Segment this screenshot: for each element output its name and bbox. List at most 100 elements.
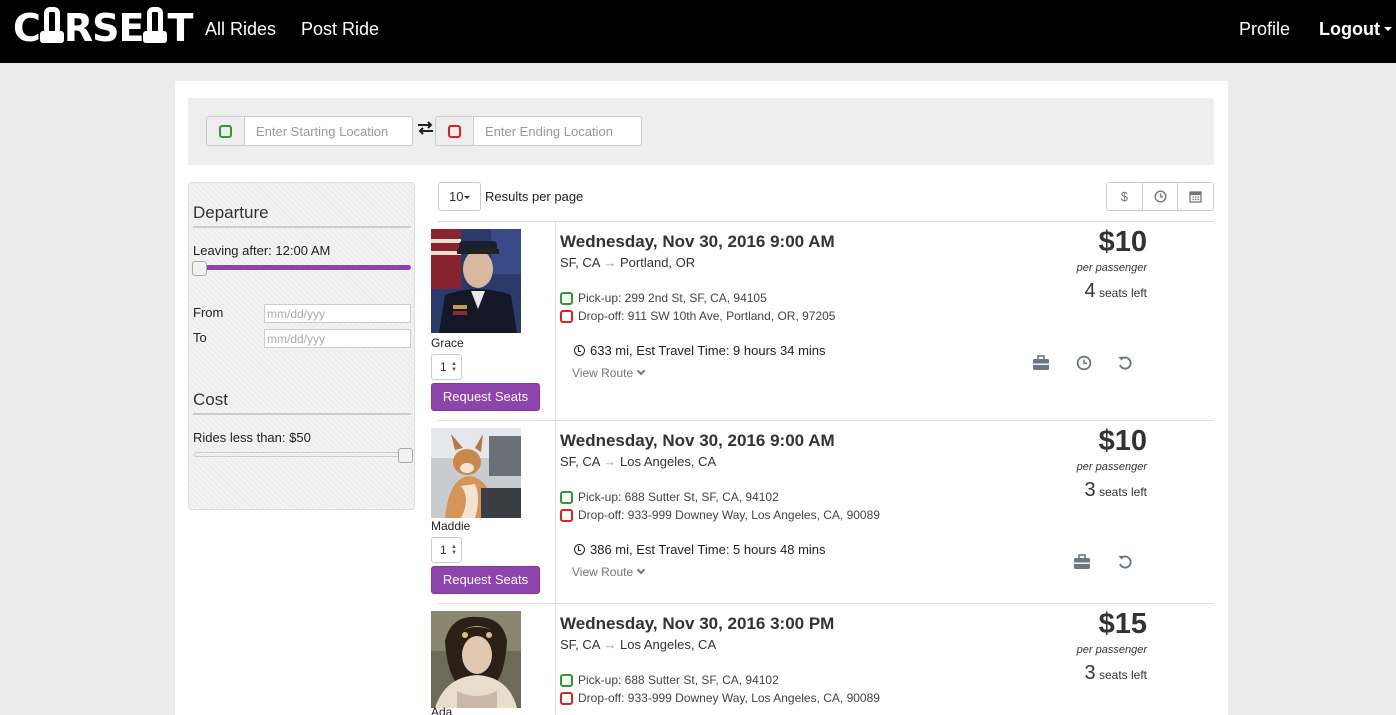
red-square-icon <box>448 124 461 138</box>
dropoff-text: Drop-off: 933-999 Downey Way, Los Angele… <box>578 508 880 522</box>
travel-info: 633 mi, Est Travel Time: 9 hours 34 mins <box>574 343 826 358</box>
sort-button-group: $ <box>1106 182 1214 211</box>
briefcase-icon <box>1073 553 1091 571</box>
seats-left: 3 seats left <box>1085 662 1148 685</box>
per-page-value: 10 <box>449 189 464 204</box>
chevron-down-icon <box>636 565 646 575</box>
from-date-input[interactable] <box>264 304 411 323</box>
pickup-text: Pick-up: 299 2nd St, SF, CA, 94105 <box>578 291 767 305</box>
results-per-page-label: Results per page <box>485 189 584 204</box>
view-route-label: View Route <box>572 366 634 380</box>
main-panel: Departure Leaving after: 12:00 AM From T… <box>175 81 1228 715</box>
to-date-input[interactable] <box>264 329 411 348</box>
swap-arrows-svg <box>418 121 433 135</box>
red-square-icon <box>560 508 573 522</box>
leaving-after-label: Leaving after: 12:00 AM <box>193 243 331 258</box>
seat-icon <box>39 7 64 43</box>
ride-origin: SF, CA <box>560 454 600 469</box>
from-label: From <box>193 305 224 320</box>
driver-avatar <box>431 611 521 708</box>
ride-destination: Los Angeles, CA <box>620 454 717 469</box>
departure-heading: Departure <box>193 203 411 228</box>
cost-slider-handle[interactable] <box>398 448 413 463</box>
per-passenger-label: per passenger <box>1076 262 1147 274</box>
ride-route: SF, CA → Portland, OR <box>560 255 695 270</box>
nav-post-ride[interactable]: Post Ride <box>301 18 379 40</box>
green-square-icon <box>560 673 573 687</box>
pickup-address: Pick-up: 688 Sutter St, SF, CA, 94102 <box>560 673 779 687</box>
arrow-right-icon: → <box>603 255 617 270</box>
location-search-bar <box>188 98 1214 165</box>
per-passenger-label: per passenger <box>1076 461 1147 473</box>
clock-icon <box>1153 190 1167 203</box>
end-location-group <box>435 116 642 146</box>
seat-quantity-stepper[interactable]: 1 ▲ ▼ <box>431 537 462 563</box>
request-seats-button[interactable]: Request Seats <box>431 383 540 411</box>
red-square-icon <box>560 691 573 705</box>
to-label: To <box>193 330 207 345</box>
end-location-input[interactable] <box>473 116 642 146</box>
nav-profile[interactable]: Profile <box>1239 18 1290 40</box>
departure-slider-handle[interactable] <box>192 261 207 276</box>
swap-arrows-icon[interactable] <box>417 120 434 140</box>
driver-photo <box>431 428 521 518</box>
nav-logout-dropdown[interactable]: Logout <box>1319 18 1392 40</box>
travel-text: 633 mi, Est Travel Time: 9 hours 34 mins <box>590 343 826 358</box>
seats-left-label: seats left <box>1098 668 1147 682</box>
driver-name: Ada <box>431 705 453 715</box>
start-marker-addon <box>206 116 244 146</box>
start-location-input[interactable] <box>244 116 413 146</box>
departure-time-slider[interactable] <box>194 265 411 270</box>
ride-date: Wednesday, Nov 30, 2016 9:00 AM <box>560 232 835 251</box>
brand-logo[interactable]: C RSE T <box>13 6 193 50</box>
driver-name: Maddie <box>431 519 471 533</box>
view-route-toggle[interactable]: View Route <box>572 565 646 579</box>
seat-icon <box>143 7 168 43</box>
ride-origin: SF, CA <box>560 255 600 270</box>
ride-card: Ada Wednesday, Nov 30, 2016 3:00 PM SF, … <box>431 603 1214 715</box>
seats-left-label: seats left <box>1098 286 1147 300</box>
dropoff-address: Drop-off: 933-999 Downey Way, Los Angele… <box>560 508 880 522</box>
travel-info: 386 mi, Est Travel Time: 5 hours 48 mins <box>574 542 826 557</box>
request-seats-button[interactable]: Request Seats <box>431 566 540 594</box>
chevron-down-icon <box>636 366 646 376</box>
start-location-group <box>206 116 413 146</box>
ride-divider <box>555 421 556 603</box>
arrow-right-icon: → <box>603 637 617 652</box>
calendar-icon <box>1189 191 1202 203</box>
ride-divider <box>555 222 556 420</box>
seat-quantity-value: 1 <box>440 360 447 374</box>
pickup-address: Pick-up: 299 2nd St, SF, CA, 94105 <box>560 291 767 305</box>
nav-all-rides[interactable]: All Rides <box>205 18 276 40</box>
cost-heading: Cost <box>193 390 411 415</box>
driver-avatar <box>431 428 521 518</box>
end-marker-addon <box>435 116 473 146</box>
dropoff-text: Drop-off: 911 SW 10th Ave, Portland, OR,… <box>578 309 836 323</box>
spinner-arrows-icon: ▲ ▼ <box>451 361 457 373</box>
ride-destination: Portland, OR <box>620 255 696 270</box>
ride-origin: SF, CA <box>560 637 600 652</box>
driver-photo <box>431 229 521 333</box>
pickup-text: Pick-up: 688 Sutter St, SF, CA, 94102 <box>578 673 779 687</box>
sort-by-date-button[interactable] <box>1178 183 1213 210</box>
seats-left-count: 4 <box>1084 280 1096 302</box>
seat-quantity-stepper[interactable]: 1 ▲ ▼ <box>431 354 462 380</box>
seats-left-count: 3 <box>1084 662 1096 684</box>
ride-card: Grace 1 ▲ ▼ Request Seats Wednesday, Nov 3… <box>431 221 1214 420</box>
undo-icon <box>1116 553 1134 571</box>
sort-by-time-button[interactable] <box>1143 183 1179 210</box>
view-route-toggle[interactable]: View Route <box>572 366 646 380</box>
cost-slider[interactable] <box>194 452 404 457</box>
dropoff-address: Drop-off: 933-999 Downey Way, Los Angele… <box>560 691 880 705</box>
results-per-page-select[interactable]: 10 <box>438 182 481 211</box>
briefcase-icon <box>1032 354 1050 372</box>
green-square-icon <box>560 490 573 504</box>
clock-icon <box>1075 354 1093 372</box>
spinner-arrows-icon: ▲ ▼ <box>451 544 457 556</box>
rides-less-than-label: Rides less than: $50 <box>193 430 311 445</box>
seat-quantity-value: 1 <box>440 543 447 557</box>
dollar-icon: $ <box>1120 189 1128 204</box>
nav-logout-label: Logout <box>1319 19 1380 39</box>
dropoff-text: Drop-off: 933-999 Downey Way, Los Angele… <box>578 691 880 705</box>
sort-by-price-button[interactable]: $ <box>1107 183 1143 210</box>
